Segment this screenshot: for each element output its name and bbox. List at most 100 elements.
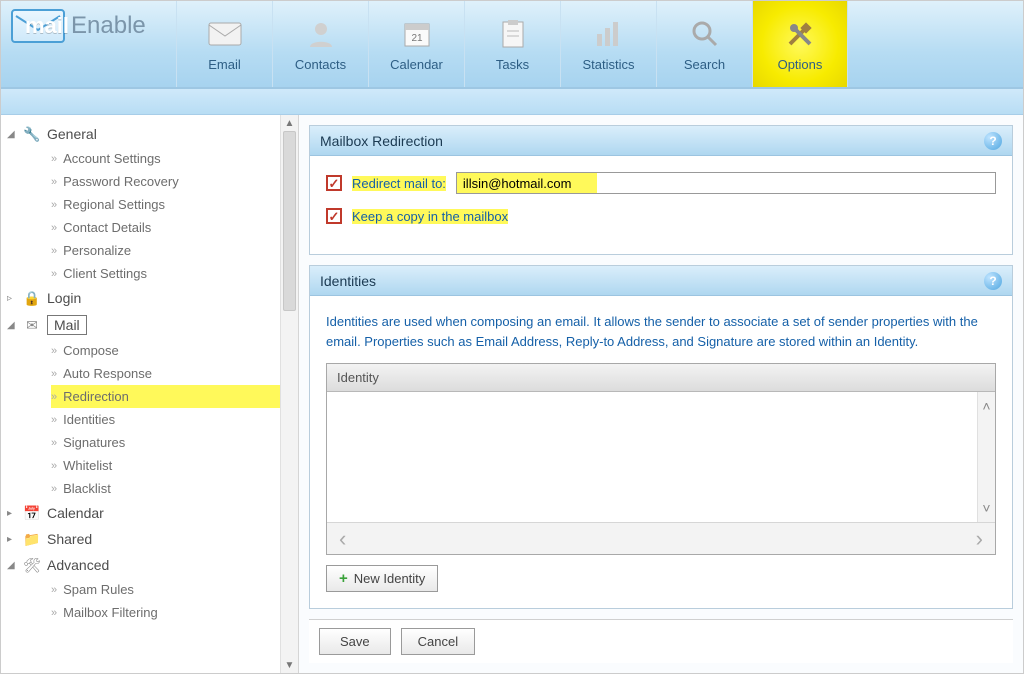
- sidebar-item-label: Identities: [63, 412, 115, 427]
- sidebar-cat-mail[interactable]: ◢ ✉ Mail: [5, 311, 282, 339]
- twisty-icon: ▸: [7, 534, 17, 545]
- chevron-icon: »: [51, 176, 57, 188]
- grid-scrollbar[interactable]: ˄ ˅: [977, 392, 995, 522]
- sidebar-item-account-settings[interactable]: » Account Settings: [51, 147, 282, 170]
- nav-options[interactable]: Options: [752, 1, 848, 87]
- calendar-icon: 📅: [23, 504, 41, 522]
- folder-icon: 📁: [23, 530, 41, 548]
- ribbon-strip: [1, 89, 1023, 115]
- next-page-icon[interactable]: ›: [976, 526, 983, 552]
- scroll-thumb[interactable]: [283, 131, 296, 311]
- calendar-icon: 21: [400, 17, 434, 51]
- sidebar-item-spam-rules[interactable]: » Spam Rules: [51, 578, 282, 601]
- sidebar-item-mailbox-filtering[interactable]: »Mailbox Filtering: [51, 601, 282, 624]
- search-icon: [688, 17, 722, 51]
- plus-icon: +: [339, 570, 348, 587]
- identities-description: Identities are used when composing an em…: [326, 312, 996, 351]
- help-icon[interactable]: ?: [984, 272, 1002, 290]
- sidebar-item-label: Regional Settings: [63, 197, 165, 212]
- app-root: mail Enable Email Contacts 21 Calendar T…: [0, 0, 1024, 674]
- content-area: Mailbox Redirection ? Redirect mail to: …: [299, 115, 1023, 673]
- sidebar-item-label: Mailbox Filtering: [63, 605, 158, 620]
- sidebar-item-label: Whitelist: [63, 458, 112, 473]
- sidebar-item-regional-settings[interactable]: » Regional Settings: [51, 193, 282, 216]
- sidebar-item-redirection[interactable]: »Redirection: [51, 385, 282, 408]
- nav-contacts[interactable]: Contacts: [272, 1, 368, 87]
- top-toolbar: mail Enable Email Contacts 21 Calendar T…: [1, 1, 1023, 89]
- chevron-icon: »: [51, 368, 57, 380]
- help-icon[interactable]: ?: [984, 132, 1002, 150]
- chevron-icon: »: [51, 584, 57, 596]
- scroll-up-icon[interactable]: ˄: [982, 398, 990, 414]
- sidebar-cat-login[interactable]: ▹ 🔒 Login: [5, 285, 282, 311]
- sidebar-item-contact-details[interactable]: »Contact Details: [51, 216, 282, 239]
- nav-email-label: Email: [208, 57, 241, 72]
- main-body: ◢ 🔧 General » Account Settings »Password …: [1, 115, 1023, 673]
- save-label: Save: [340, 634, 370, 649]
- grid-header: Identity: [327, 364, 995, 392]
- sidebar-item-label: Signatures: [63, 435, 125, 450]
- nav-email[interactable]: Email: [176, 1, 272, 87]
- options-icon: [783, 17, 817, 51]
- nav-tasks[interactable]: Tasks: [464, 1, 560, 87]
- sidebar-cat-shared[interactable]: ▸ 📁 Shared: [5, 526, 282, 552]
- sidebar-cat-advanced-label: Advanced: [47, 557, 109, 573]
- sidebar-item-label: Blacklist: [63, 481, 111, 496]
- chevron-icon: »: [51, 153, 57, 165]
- prev-page-icon[interactable]: ‹: [339, 526, 346, 552]
- sidebar-cat-mail-label: Mail: [47, 315, 87, 335]
- chevron-icon: »: [51, 268, 57, 280]
- wrench-icon: 🔧: [23, 125, 41, 143]
- redirect-input[interactable]: [456, 172, 996, 194]
- chevron-icon: »: [51, 199, 57, 211]
- sidebar-item-whitelist[interactable]: » Whitelist: [51, 454, 282, 477]
- sidebar-cat-general[interactable]: ◢ 🔧 General: [5, 121, 282, 147]
- sidebar-item-label: Personalize: [63, 243, 131, 258]
- chevron-icon: »: [51, 460, 57, 472]
- sidebar-item-blacklist[interactable]: »Blacklist: [51, 477, 282, 500]
- new-identity-button[interactable]: + New Identity: [326, 565, 438, 592]
- sidebar-item-compose[interactable]: »Compose: [51, 339, 282, 362]
- scroll-down-icon[interactable]: ▼: [281, 657, 298, 673]
- save-button[interactable]: Save: [319, 628, 391, 655]
- sidebar-item-identities[interactable]: »Identities: [51, 408, 282, 431]
- new-identity-label: New Identity: [354, 571, 426, 586]
- sidebar-item-client-settings[interactable]: » Client Settings: [51, 262, 282, 285]
- tasks-icon: [496, 17, 530, 51]
- sidebar-item-password-recovery[interactable]: »Password Recovery: [51, 170, 282, 193]
- cancel-label: Cancel: [418, 634, 458, 649]
- scroll-down-icon[interactable]: ˅: [982, 500, 990, 516]
- twisty-icon: ◢: [7, 129, 17, 140]
- keepcopy-label: Keep a copy in the mailbox: [352, 209, 508, 224]
- lock-icon: 🔒: [23, 289, 41, 307]
- sidebar-scrollbar[interactable]: ▲ ▼: [280, 115, 298, 673]
- nav-calendar[interactable]: 21 Calendar: [368, 1, 464, 87]
- nav-statistics[interactable]: Statistics: [560, 1, 656, 87]
- sidebar-item-label: Account Settings: [63, 151, 161, 166]
- cancel-button[interactable]: Cancel: [401, 628, 475, 655]
- nav-search[interactable]: Search: [656, 1, 752, 87]
- sidebar-cat-calendar[interactable]: ▸ 📅 Calendar: [5, 500, 282, 526]
- mail-icon: ✉: [23, 316, 41, 334]
- sidebar-item-label: Client Settings: [63, 266, 147, 281]
- sidebar-item-auto-response[interactable]: » Auto Response: [51, 362, 282, 385]
- sidebar-item-label: Auto Response: [63, 366, 152, 381]
- logo-mail-text: mail: [25, 13, 69, 39]
- sidebar-cat-shared-label: Shared: [47, 531, 92, 547]
- panel-title: Identities: [320, 273, 376, 289]
- sidebar-item-label: Redirection: [63, 389, 129, 404]
- sidebar-item-personalize[interactable]: » Personalize: [51, 239, 282, 262]
- sidebar-tree: ◢ 🔧 General » Account Settings »Password …: [1, 121, 298, 624]
- sidebar-item-label: Spam Rules: [63, 582, 134, 597]
- statistics-icon: [592, 17, 626, 51]
- scroll-up-icon[interactable]: ▲: [281, 115, 298, 131]
- nav-statistics-label: Statistics: [582, 57, 634, 72]
- sidebar-item-signatures[interactable]: »Signatures: [51, 431, 282, 454]
- keepcopy-checkbox[interactable]: [326, 208, 342, 224]
- redirect-checkbox[interactable]: [326, 175, 342, 191]
- panel-title: Mailbox Redirection: [320, 133, 443, 149]
- sidebar-cat-login-label: Login: [47, 290, 81, 306]
- chevron-icon: »: [51, 245, 57, 257]
- chevron-icon: »: [51, 345, 57, 357]
- sidebar-cat-advanced[interactable]: ◢ 🛠 Advanced: [5, 552, 282, 578]
